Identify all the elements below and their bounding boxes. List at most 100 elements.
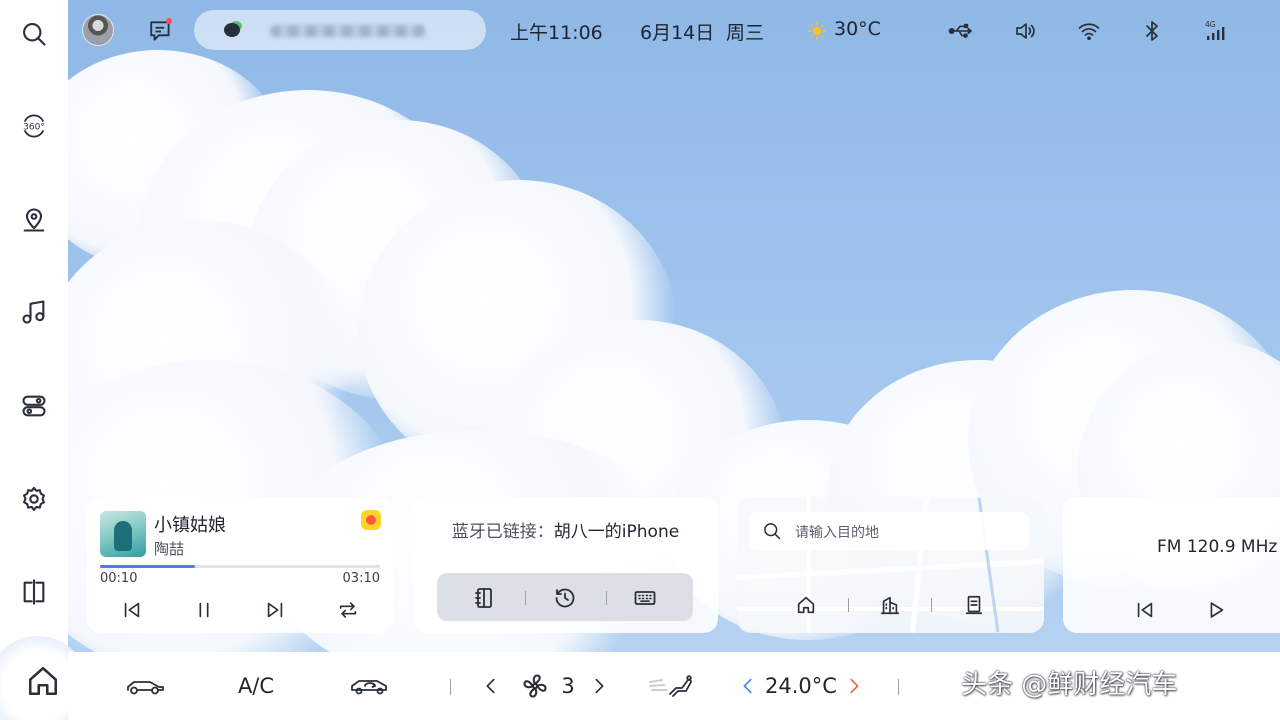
history-icon <box>555 588 575 608</box>
bluetooth-status[interactable] <box>1138 18 1166 44</box>
song-title: 小镇姑娘 <box>154 515 226 536</box>
messages-button[interactable] <box>148 18 174 44</box>
music-widget[interactable]: 小镇姑娘 陶喆 00:10 03:10 <box>87 497 393 633</box>
divider <box>848 598 849 612</box>
search-icon <box>764 523 781 540</box>
signal-label: 4G <box>1205 20 1216 29</box>
home-icon <box>28 666 58 696</box>
wifi-status[interactable] <box>1075 18 1103 44</box>
vehicle-status-button[interactable] <box>120 668 172 704</box>
bluetooth-status-label: 蓝牙已链接： <box>451 522 554 542</box>
bluetooth-connection-status: 蓝牙已链接：胡八一的iPhone <box>413 517 718 542</box>
wifi-icon <box>1078 23 1100 41</box>
contacts-book-icon <box>475 588 492 608</box>
skip-previous-icon <box>124 602 140 618</box>
divider <box>450 679 451 695</box>
radio-widget[interactable]: FM 120.9 MHz <box>1063 497 1280 633</box>
cellular-status: 4G <box>1202 18 1230 44</box>
elapsed-time: 00:10 <box>100 571 138 586</box>
weekday: 周三 <box>726 22 765 44</box>
usb-status <box>946 18 974 44</box>
split-screen-icon <box>23 579 45 605</box>
settings-icon <box>23 486 45 511</box>
divider <box>606 591 607 605</box>
playback-progress-fill <box>100 565 196 568</box>
usb-icon <box>948 23 972 38</box>
navigation-icon <box>23 208 45 232</box>
navigate-home-button[interactable] <box>791 590 821 620</box>
navigation-widget[interactable]: 请输入目的地 <box>737 497 1044 633</box>
divider <box>931 598 932 612</box>
ac-toggle-button[interactable]: A/C <box>230 668 282 704</box>
navigate-company-button[interactable] <box>959 590 989 620</box>
left-sidebar: 360° <box>0 0 88 720</box>
fan-speed-value: 3 <box>561 674 575 698</box>
dialpad-button[interactable] <box>630 583 660 613</box>
next-track-button[interactable] <box>260 595 290 625</box>
seat-airflow-button[interactable] <box>646 668 698 704</box>
playback-progress-bar[interactable] <box>100 565 380 568</box>
account-pill[interactable] <box>194 10 486 50</box>
pause-button[interactable] <box>189 595 219 625</box>
bluetooth-phone-widget[interactable]: 蓝牙已链接：胡八一的iPhone <box>413 497 718 633</box>
chevron-left-icon <box>486 678 495 694</box>
360-camera-button[interactable]: 360° <box>12 104 56 148</box>
ac-label: A/C <box>237 674 275 698</box>
company-tower-icon <box>965 595 983 615</box>
total-duration: 03:10 <box>342 571 380 586</box>
navigate-work-button[interactable] <box>875 590 905 620</box>
volume-status[interactable] <box>1011 18 1039 44</box>
album-cover <box>100 511 146 557</box>
destination-search-placeholder: 请输入目的地 <box>795 525 879 541</box>
chevron-right-icon <box>595 678 604 694</box>
vehicle-controls-button[interactable] <box>12 384 56 428</box>
music-app-icon <box>361 510 381 530</box>
repeat-icon <box>339 602 357 618</box>
settings-button[interactable] <box>12 477 56 521</box>
navigation-button[interactable] <box>12 198 56 242</box>
call-history-button[interactable] <box>550 583 580 613</box>
bluetooth-device-name: 胡八一的iPhone <box>553 522 680 542</box>
destination-search-box[interactable]: 请输入目的地 <box>749 512 1029 550</box>
fan-speed-increase-button[interactable] <box>586 668 612 704</box>
360-label: 360° <box>23 123 45 133</box>
cabin-temperature: 24.0°C <box>765 674 837 698</box>
search-icon <box>23 23 46 46</box>
song-artist: 陶喆 <box>154 540 185 558</box>
office-building-icon <box>880 596 900 615</box>
skip-next-icon <box>267 602 283 618</box>
car-side-icon <box>127 681 164 695</box>
map-road <box>737 558 1044 581</box>
user-avatar[interactable] <box>82 14 114 46</box>
search-button[interactable] <box>12 12 56 56</box>
repeat-button[interactable] <box>333 595 363 625</box>
redacted-account-name <box>270 25 426 37</box>
temperature-increase-icon[interactable] <box>843 675 865 697</box>
clock-time: 上午11:06 <box>510 22 603 44</box>
play-icon <box>1210 602 1224 618</box>
home-icon <box>797 596 815 614</box>
pause-icon <box>199 602 209 618</box>
temperature-control: 24.0°C <box>736 668 866 704</box>
contacts-button[interactable] <box>469 583 499 613</box>
air-circulation-button[interactable] <box>344 668 396 704</box>
previous-track-button[interactable] <box>117 595 147 625</box>
fan-icon <box>523 674 547 698</box>
fan-icon-wrap <box>518 668 552 704</box>
temperature-decrease-icon[interactable] <box>737 675 759 697</box>
signal-4g-icon: 4G <box>1205 20 1225 40</box>
music-button[interactable] <box>12 290 56 334</box>
notification-dot <box>166 18 172 24</box>
seat-airflow-icon <box>649 675 692 697</box>
split-screen-button[interactable] <box>12 570 56 614</box>
fan-speed-value-wrap: 3 <box>556 668 580 704</box>
climate-dock: A/C 3 24.0°C 头条 @鲜财经汽车 <box>68 652 1280 720</box>
sun-icon <box>808 22 826 40</box>
phone-actions-bar <box>437 573 693 621</box>
fan-speed-decrease-button[interactable] <box>478 668 504 704</box>
toggle-controls-icon <box>22 395 46 417</box>
radio-previous-button[interactable] <box>1130 595 1160 625</box>
radio-play-button[interactable] <box>1201 595 1231 625</box>
volume-icon <box>1016 23 1035 39</box>
bluetooth-icon <box>1146 21 1158 41</box>
